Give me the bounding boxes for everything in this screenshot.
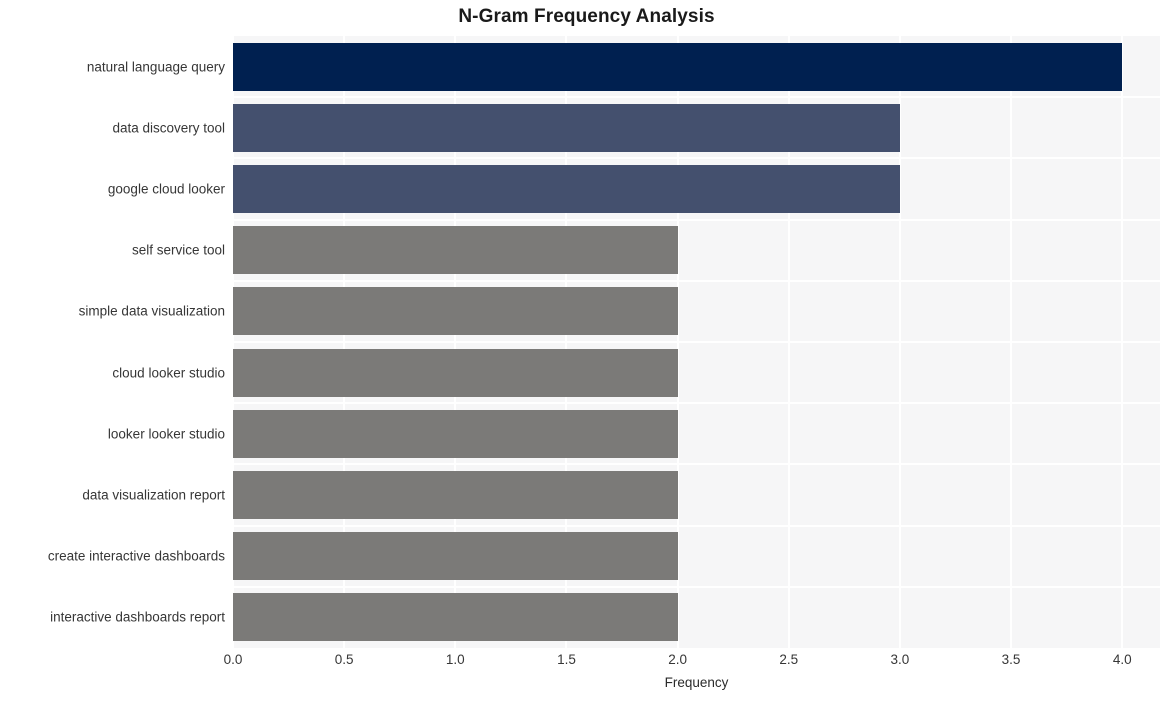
x-axis-tick-label: 1.5 [557,652,576,667]
bar [233,165,900,213]
y-axis-tick-label: cloud looker studio [112,365,225,381]
y-axis-tick-label: natural language query [86,59,225,75]
y-axis-tick-label: looker looker studio [107,426,225,442]
bar [233,593,678,642]
bar [233,103,900,152]
plot-area [233,36,1160,648]
x-axis-tick-label: 4.0 [1112,652,1132,667]
bar [233,42,1123,91]
y-axis-tick-label: create interactive dashboards [47,548,225,564]
bar [233,226,678,275]
bar [233,409,678,458]
x-axis-tick-label: 2.5 [779,652,799,667]
y-axis-tick-label: data visualization report [82,487,225,503]
y-axis-tick-labels: natural language query data discovery too… [0,36,225,648]
y-axis-tick-label: self service tool [131,242,225,258]
bars-layer [233,36,1160,648]
x-axis-tick-label: 0.5 [334,652,354,667]
x-axis-tick-labels: 0.0 0.5 1.0 1.5 2.0 2.5 3.0 3.5 4.0 [0,652,1173,674]
x-axis-title: Frequency [664,675,729,690]
bar [233,348,678,397]
x-axis-tick-label: 3.5 [1001,652,1021,667]
x-axis-tick-label: 2.0 [668,652,687,667]
x-axis-tick-label: 3.0 [890,652,910,667]
y-axis-tick-label: google cloud looker [107,181,225,197]
y-axis-tick-label: interactive dashboards report [50,609,225,625]
bar [233,287,678,336]
x-axis-tick-label: 1.0 [445,652,465,667]
bar [233,532,678,581]
y-axis-tick-label: data discovery tool [112,120,225,136]
bar [233,471,678,519]
chart-figure: N-Gram Frequency Analysis natural langua… [0,0,1173,701]
x-axis-tick-label: 0.0 [223,652,243,667]
y-axis-tick-label: simple data visualization [78,303,225,319]
chart-title: N-Gram Frequency Analysis [458,6,715,27]
